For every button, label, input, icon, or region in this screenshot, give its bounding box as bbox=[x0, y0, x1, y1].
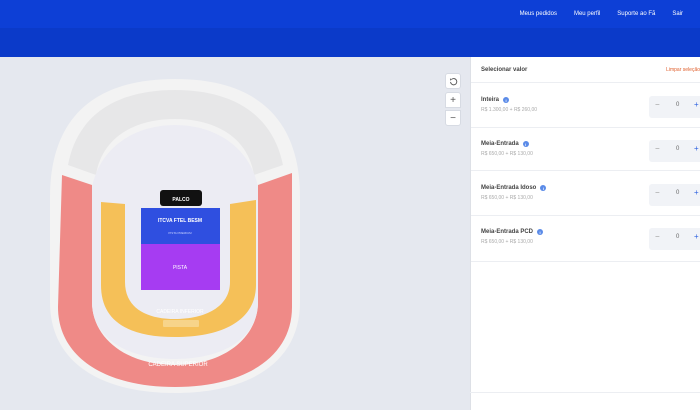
info-icon[interactable]: i bbox=[540, 185, 547, 191]
quantity-stepper: − 0 + bbox=[649, 140, 700, 162]
ticket-row-meia-entrada: Meia-Entrada i R$ 650,00 + R$ 130,00 − 0… bbox=[471, 140, 700, 186]
decrement-button[interactable]: − bbox=[655, 100, 660, 109]
top-bar: Meus pedidos Meu perfil Suporte ao Fã Sa… bbox=[0, 0, 700, 28]
ticket-name: Meia-Entrada Idoso bbox=[481, 185, 537, 191]
quantity-value: 0 bbox=[676, 234, 680, 240]
ticket-name: Meia-Entrada PCD bbox=[481, 229, 534, 235]
ticket-price: R$ 1.300,00 + R$ 260,00 bbox=[481, 107, 538, 113]
label-palco: PALCO bbox=[172, 197, 189, 203]
info-icon[interactable]: i bbox=[503, 97, 510, 103]
ticket-name-wrap: Inteira i bbox=[481, 97, 510, 103]
header-band bbox=[0, 28, 700, 57]
reset-view-button[interactable] bbox=[445, 73, 461, 89]
panel-title: Selecionar valor bbox=[481, 67, 528, 73]
panel-footer-divider bbox=[470, 392, 700, 393]
top-nav: Meus pedidos Meu perfil Suporte ao Fã Sa… bbox=[520, 0, 700, 28]
ticket-price: R$ 650,00 + R$ 130,00 bbox=[481, 195, 533, 201]
ticket-panel: Selecionar valor Limpar seleção Inteira … bbox=[470, 57, 700, 410]
ticket-price: R$ 650,00 + R$ 130,00 bbox=[481, 151, 533, 157]
decrement-button[interactable]: − bbox=[655, 144, 660, 153]
label-pista-premium-sub: PISTA PREMIUM bbox=[168, 231, 192, 235]
decrement-button[interactable]: − bbox=[655, 232, 660, 241]
increment-button[interactable]: + bbox=[694, 100, 699, 109]
zoom-out-button[interactable]: − bbox=[445, 110, 461, 126]
increment-button[interactable]: + bbox=[694, 144, 699, 153]
label-cadeira-superior: CADEIRA SUPERIOR bbox=[148, 362, 208, 368]
nav-fan-support[interactable]: Suporte ao Fã bbox=[617, 11, 655, 17]
quantity-stepper: − 0 + bbox=[649, 184, 700, 206]
cadeira-inferior-tag bbox=[163, 320, 199, 327]
ticket-name-wrap: Meia-Entrada Idoso i bbox=[481, 185, 547, 191]
quantity-stepper: − 0 + bbox=[649, 228, 700, 250]
label-pista: PISTA bbox=[173, 265, 188, 271]
nav-my-orders[interactable]: Meus pedidos bbox=[520, 11, 557, 17]
increment-button[interactable]: + bbox=[694, 188, 699, 197]
stadium-map: PALCO ITCVA FTEL BESM PISTA PREMIUM PIST… bbox=[50, 79, 300, 393]
ticket-row-meia-pcd: Meia-Entrada PCD i R$ 650,00 + R$ 130,00… bbox=[471, 228, 700, 274]
divider bbox=[471, 127, 700, 128]
decrement-button[interactable]: − bbox=[655, 188, 660, 197]
nav-logout[interactable]: Sair bbox=[672, 11, 683, 17]
ticket-name: Inteira bbox=[481, 97, 500, 103]
info-icon[interactable]: i bbox=[522, 141, 529, 147]
section-pista-premium[interactable] bbox=[141, 208, 220, 244]
zoom-in-button[interactable]: + bbox=[445, 92, 461, 108]
ticket-name-wrap: Meia-Entrada PCD i bbox=[481, 229, 544, 235]
divider bbox=[471, 261, 700, 262]
label-pista-premium: ITCVA FTEL BESM bbox=[158, 218, 202, 224]
ticket-row-inteira: Inteira i R$ 1.300,00 + R$ 260,00 − 0 + bbox=[471, 96, 700, 142]
clear-selection-link[interactable]: Limpar seleção bbox=[666, 67, 700, 73]
quantity-value: 0 bbox=[676, 146, 680, 152]
rotate-ccw-icon bbox=[449, 77, 457, 85]
divider bbox=[471, 82, 700, 83]
info-icon[interactable]: i bbox=[537, 229, 544, 235]
ticket-price: R$ 650,00 + R$ 130,00 bbox=[481, 239, 533, 245]
quantity-value: 0 bbox=[676, 190, 680, 196]
divider bbox=[471, 170, 700, 171]
ticket-name-wrap: Meia-Entrada i bbox=[481, 141, 529, 147]
label-cadeira-inferior: CADEIRA INFERIOR bbox=[156, 309, 204, 315]
quantity-value: 0 bbox=[676, 102, 680, 108]
ticket-name: Meia-Entrada bbox=[481, 141, 519, 147]
increment-button[interactable]: + bbox=[694, 232, 699, 241]
quantity-stepper: − 0 + bbox=[649, 96, 700, 118]
ticket-row-meia-idoso: Meia-Entrada Idoso i R$ 650,00 + R$ 130,… bbox=[471, 184, 700, 230]
divider bbox=[471, 215, 700, 216]
nav-my-profile[interactable]: Meu perfil bbox=[574, 11, 600, 17]
